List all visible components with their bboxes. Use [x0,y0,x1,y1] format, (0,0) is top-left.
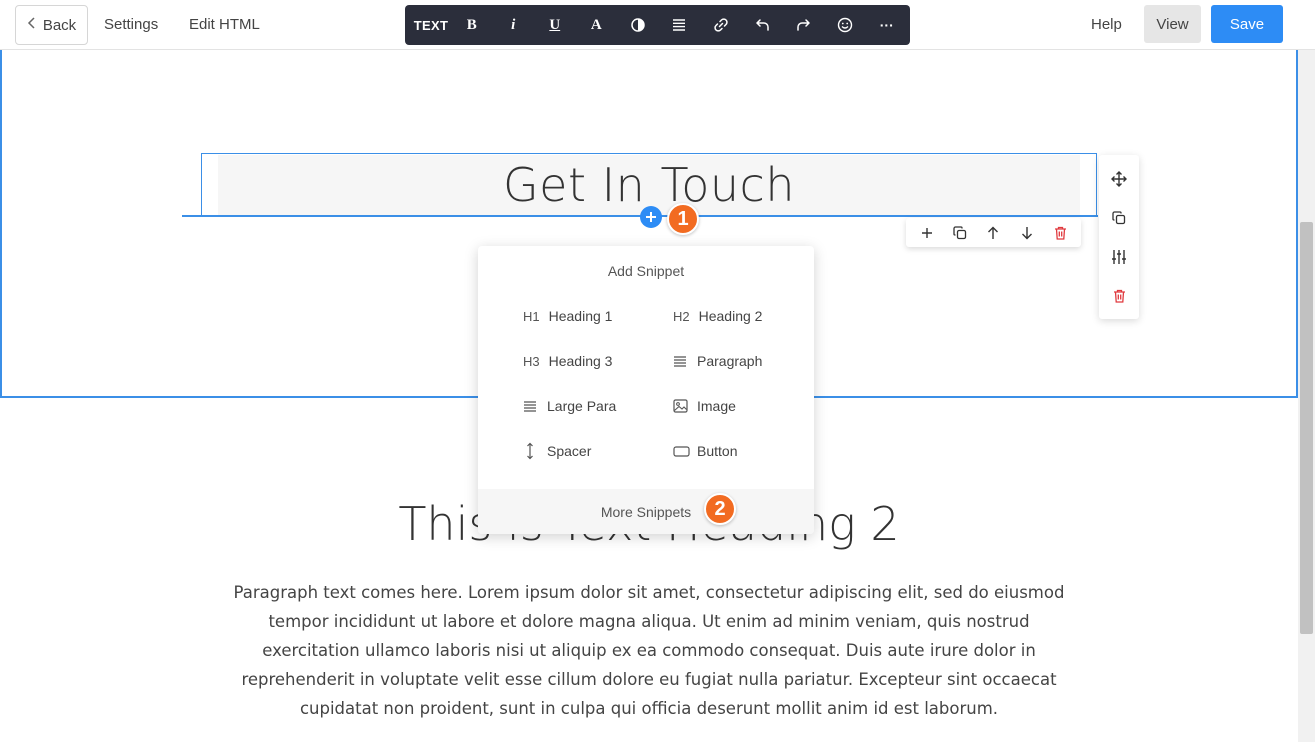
snippet-label: Button [697,443,738,459]
save-button[interactable]: Save [1211,5,1283,43]
more-snippets-button[interactable]: More Snippets [478,489,814,534]
image-icon [673,399,697,413]
trash-icon[interactable] [1045,218,1075,247]
step-badge-2: 2 [704,493,736,525]
large-para-icon [523,400,547,412]
align-icon[interactable] [659,5,701,45]
snippet-label: Heading 1 [548,308,613,324]
snippet-heading-1[interactable]: H1 Heading 1 [523,306,612,326]
snippet-button[interactable]: Button [673,441,737,461]
help-link[interactable]: Help [1091,16,1122,33]
snippet-label: Image [697,398,736,414]
snippet-label: Heading 2 [698,308,763,324]
undo-icon[interactable] [742,5,784,45]
snippet-paragraph[interactable]: Paragraph [673,351,762,371]
element-toolbar [906,218,1081,247]
snippet-label: Spacer [547,443,592,459]
text-format-toolbar: TEXT B i U A ··· [405,5,910,45]
bold-button[interactable]: B [451,5,493,45]
more-options-button[interactable]: ··· [866,5,908,45]
h3-tag: H3 [523,353,540,369]
button-icon [673,445,697,457]
back-button[interactable]: Back [15,5,88,45]
paragraph-text[interactable]: Paragraph text comes here. Lorem ipsum d… [222,578,1076,723]
text-mode-button[interactable]: TEXT [411,5,451,45]
settings-sliders-icon[interactable] [1099,238,1139,276]
page-scrollbar-thumb[interactable] [1300,222,1313,634]
snippet-heading-3[interactable]: H3 Heading 3 [523,351,612,371]
snippet-panel-title: Add Snippet [607,263,685,279]
arrow-up-icon[interactable] [978,218,1008,247]
add-snippet-button[interactable] [640,206,662,228]
italic-button[interactable]: i [493,5,535,45]
underline-button[interactable]: U [534,5,576,45]
arrow-down-icon[interactable] [1012,218,1042,247]
h2-tag: H2 [673,308,690,324]
snippet-spacer[interactable]: Spacer [523,441,591,461]
back-label: Back [42,16,77,34]
font-color-button[interactable]: A [576,5,618,45]
add-snippet-panel: Add Snippet H1 Heading 1 H2 Heading 2 H3… [478,246,814,534]
duplicate-icon[interactable] [945,218,975,247]
snippet-large-para[interactable]: Large Para [523,396,616,416]
redo-icon[interactable] [783,5,825,45]
snippet-label: Large Para [547,398,617,414]
add-icon[interactable] [912,218,942,247]
move-icon[interactable] [1099,160,1139,198]
top-bar: Back Settings Edit HTML TEXT B i U A ···… [0,0,1315,50]
snippet-image[interactable]: Image [673,396,736,416]
snippet-label: Heading 3 [548,353,613,369]
view-button[interactable]: View [1144,5,1201,43]
emoji-icon[interactable] [825,5,867,45]
step-badge-1: 1 [667,203,699,235]
chevron-left-icon [27,16,37,35]
paragraph-icon [673,355,697,367]
spacer-icon [523,442,547,460]
snippet-label: Paragraph [697,353,763,369]
delete-section-icon[interactable] [1099,277,1139,315]
duplicate-section-icon[interactable] [1099,199,1139,237]
contrast-icon[interactable] [617,5,659,45]
snippet-heading-2[interactable]: H2 Heading 2 [673,306,762,326]
edit-html-link[interactable]: Edit HTML [189,16,260,33]
page-heading[interactable]: Get In Touch [201,158,1097,212]
section-toolbar [1099,155,1139,319]
settings-link[interactable]: Settings [104,16,158,33]
link-icon[interactable] [700,5,742,45]
h1-tag: H1 [523,308,540,324]
